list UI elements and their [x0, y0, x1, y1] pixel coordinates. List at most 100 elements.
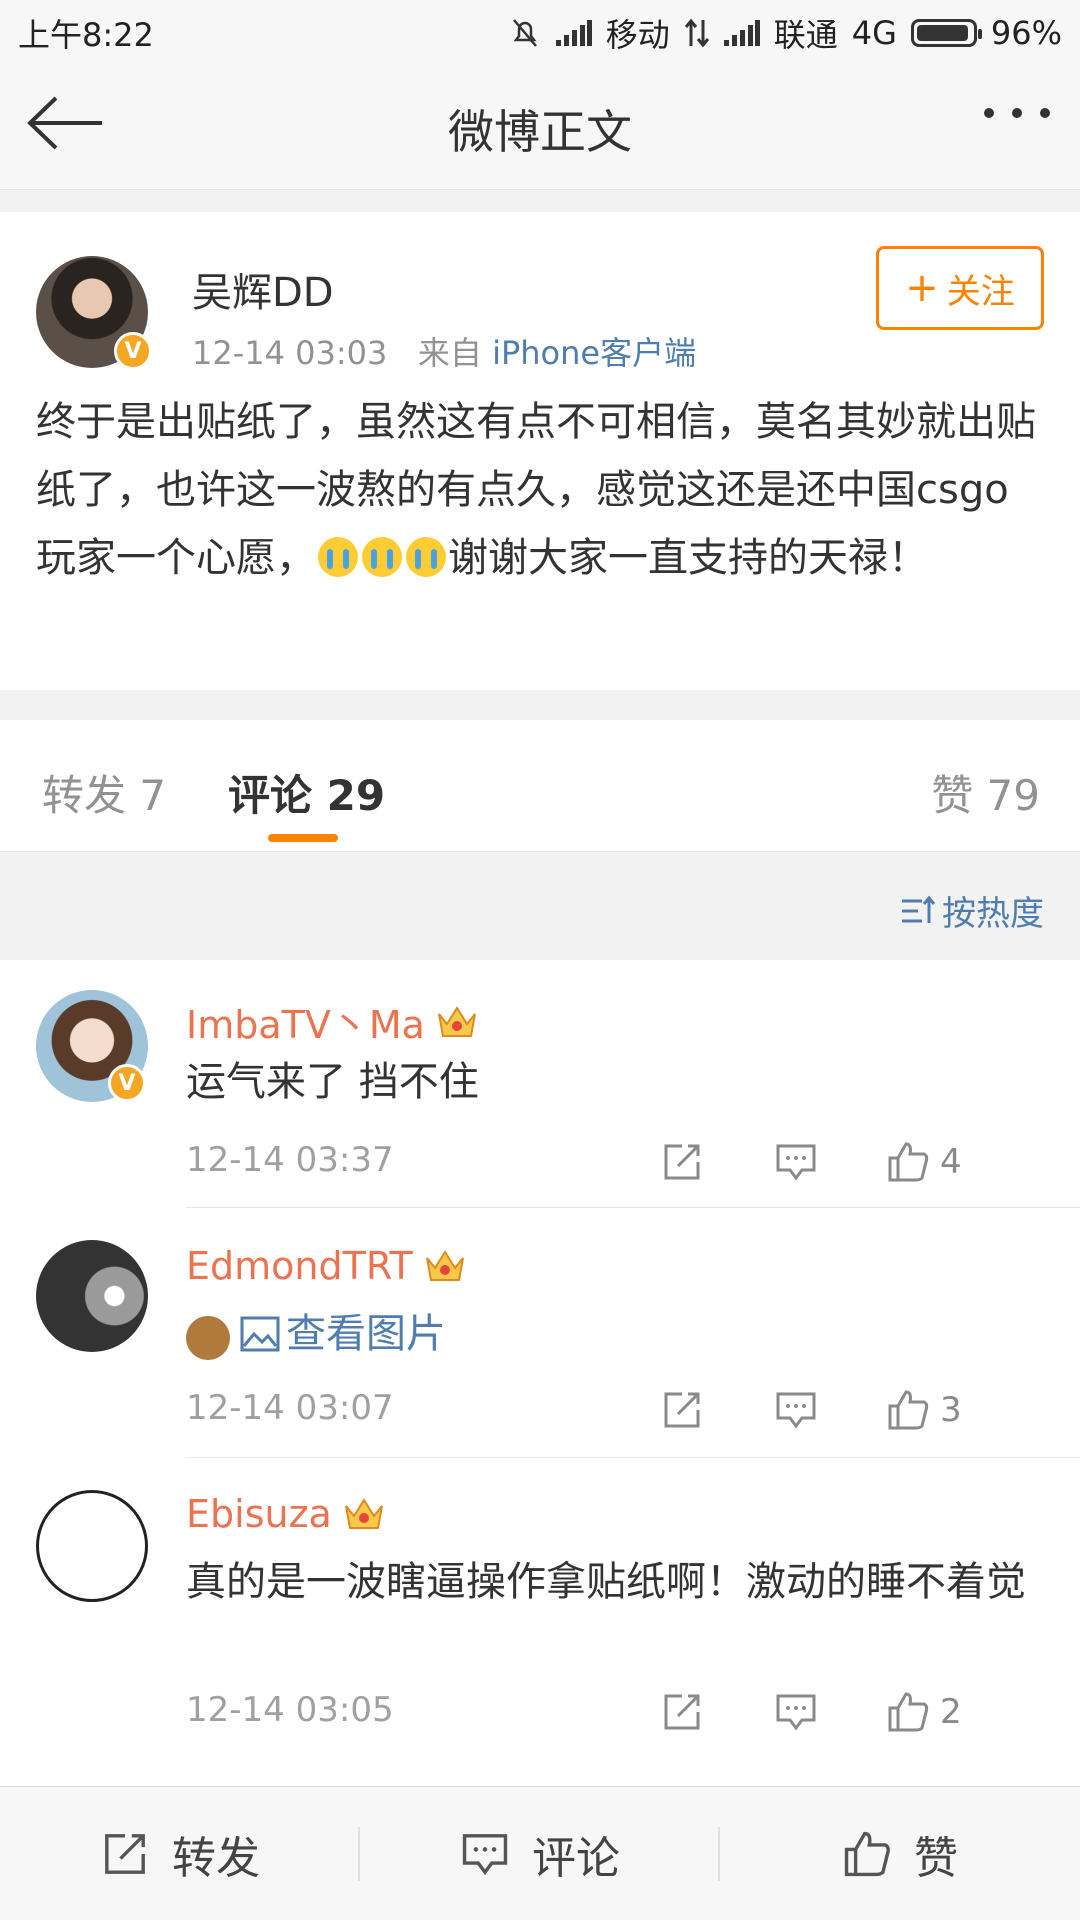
comment-item: Ebisuza 真的是一波瞎逼操作拿贴纸啊！激动的睡不着觉 12-14 03:0… — [0, 1458, 1080, 1768]
carrier-1: 移动 — [605, 16, 670, 54]
plus-icon: + — [905, 265, 939, 311]
status-bar: 上午8:22 移动 联通 4G 96% — [0, 0, 1080, 60]
comment-actions: 4 — [660, 1134, 1080, 1190]
comment-author[interactable]: EdmondTRT — [186, 1244, 467, 1288]
bottom-action-bar: 转发 评论 赞 — [0, 1786, 1080, 1920]
comment-time: 12-14 03:37 — [186, 1140, 394, 1180]
comment-button[interactable]: 评论 — [360, 1787, 720, 1920]
verified-badge-icon: V — [114, 332, 152, 370]
repost-label: 转发 — [172, 1833, 260, 1884]
comment-item: V ImbaTV丶Ma 运气来了 挡不住 12-14 03:37 4 — [0, 960, 1080, 1208]
comment-time: 12-14 03:07 — [186, 1388, 394, 1428]
page-title: 微博正文 — [448, 105, 632, 159]
tab-repost[interactable]: 转发 7 — [42, 762, 166, 823]
comment-text: 查看图片 — [186, 1302, 1046, 1371]
thumbs-up-icon — [888, 1390, 929, 1430]
post-meta: 12-14 03:03 来自 iPhone客户端 — [192, 328, 696, 374]
active-tab-indicator — [268, 834, 338, 842]
section-gap — [0, 190, 1080, 212]
sort-button[interactable]: 按热度 — [900, 886, 1044, 935]
verified-badge-icon: V — [108, 1064, 146, 1102]
post-text: 终于是出贴纸了，虽然这有点不可相信，莫名其妙就出贴纸了，也许这一波熬的有点久，感… — [36, 388, 1046, 592]
view-image-label: 查看图片 — [286, 1311, 446, 1357]
comment-avatar[interactable] — [36, 1240, 148, 1352]
comment-avatar[interactable] — [36, 1490, 148, 1602]
comment-icon — [776, 1144, 816, 1181]
tab-likes[interactable]: 赞 79 — [931, 762, 1040, 823]
battery-icon — [910, 19, 982, 47]
like-label: 赞 — [914, 1833, 958, 1884]
follow-label: 关注 — [946, 271, 1015, 312]
post-text-part2: 谢谢大家一直支持的天禄！ — [448, 535, 928, 581]
vip-crown-icon — [425, 1250, 464, 1281]
post-card: V 吴辉DD 12-14 03:03 来自 iPhone客户端 + 关注 终于是… — [0, 212, 1080, 690]
vip-crown-icon — [344, 1498, 383, 1529]
sort-icon — [902, 895, 936, 923]
mute-bell-icon — [512, 19, 537, 47]
comment-author-name: EdmondTRT — [186, 1244, 413, 1288]
comment-actions: 3 — [660, 1382, 1080, 1438]
status-right: 移动 联通 4G 96% — [508, 10, 1062, 56]
comment-author[interactable]: ImbaTV丶Ma — [186, 994, 479, 1049]
comment-item: EdmondTRT 查看图片 12-14 03:07 3 — [0, 1208, 1080, 1458]
comment-author-name: ImbaTV丶Ma — [186, 1003, 425, 1047]
data-transfer-icon — [684, 18, 709, 48]
vip-crown-icon — [437, 1005, 476, 1037]
more-button[interactable] — [984, 108, 1050, 118]
reply-comment-button[interactable] — [774, 1382, 818, 1438]
comment-icon — [462, 1834, 508, 1876]
sort-bar: 按热度 — [0, 852, 1080, 960]
like-comment-button[interactable]: 2 — [886, 1684, 962, 1740]
repost-comment-button[interactable] — [660, 1134, 704, 1190]
repost-comment-button[interactable] — [660, 1382, 704, 1438]
view-image-link[interactable]: 查看图片 — [240, 1302, 446, 1366]
share-icon — [664, 1144, 700, 1180]
comment-icon — [776, 1392, 816, 1429]
author-name[interactable]: 吴辉DD — [192, 260, 334, 318]
post-via: 来自 — [417, 334, 482, 372]
like-count: 4 — [940, 1142, 962, 1182]
comment-text: 运气来了 挡不住 — [186, 1059, 479, 1105]
crying-emoji-icon — [318, 537, 358, 577]
share-icon — [105, 1834, 145, 1874]
post-source[interactable]: iPhone客户端 — [492, 334, 696, 372]
comment-icon — [776, 1694, 816, 1731]
sort-label: 按热度 — [942, 894, 1044, 934]
comment-time: 12-14 03:05 — [186, 1690, 394, 1730]
crying-emoji-icon — [406, 537, 446, 577]
more-dots-icon — [984, 108, 994, 118]
tab-comments[interactable]: 评论 29 — [228, 762, 385, 823]
repost-button[interactable]: 转发 — [0, 1787, 360, 1920]
comment-author-name: Ebisuza — [186, 1492, 332, 1536]
share-icon — [664, 1694, 700, 1730]
repost-comment-button[interactable] — [660, 1684, 704, 1740]
comment-author[interactable]: Ebisuza — [186, 1492, 386, 1536]
carrier-2: 联通 — [773, 16, 838, 54]
thumbs-up-icon — [844, 1831, 890, 1877]
like-button[interactable]: 赞 — [720, 1787, 1080, 1920]
signal-icon-2 — [723, 20, 760, 46]
post-time: 12-14 03:03 — [192, 334, 388, 372]
like-count: 2 — [940, 1692, 962, 1732]
crying-emoji-icon — [362, 537, 402, 577]
comment-label: 评论 — [532, 1833, 620, 1884]
network-type: 4G — [851, 14, 897, 52]
comment-actions: 2 — [660, 1684, 1080, 1740]
follow-button[interactable]: + 关注 — [876, 246, 1044, 330]
share-icon — [664, 1392, 700, 1428]
comment-text: 真的是一波瞎逼操作拿贴纸啊！激动的睡不着觉 — [186, 1559, 1026, 1605]
reply-comment-button[interactable] — [774, 1134, 818, 1190]
tab-bar: 转发 7 评论 29 赞 79 — [0, 720, 1080, 852]
like-comment-button[interactable]: 3 — [886, 1382, 962, 1438]
signal-icon — [555, 20, 592, 46]
like-comment-button[interactable]: 4 — [886, 1134, 962, 1190]
battery-percent: 96% — [990, 14, 1062, 52]
monkey-emoji-icon — [186, 1316, 230, 1360]
section-gap — [0, 690, 1080, 720]
status-time: 上午8:22 — [18, 16, 154, 54]
reply-comment-button[interactable] — [774, 1684, 818, 1740]
like-count: 3 — [940, 1390, 962, 1430]
image-icon — [240, 1316, 280, 1352]
thumbs-up-icon — [888, 1142, 929, 1182]
nav-bar: 微博正文 — [0, 60, 1080, 190]
